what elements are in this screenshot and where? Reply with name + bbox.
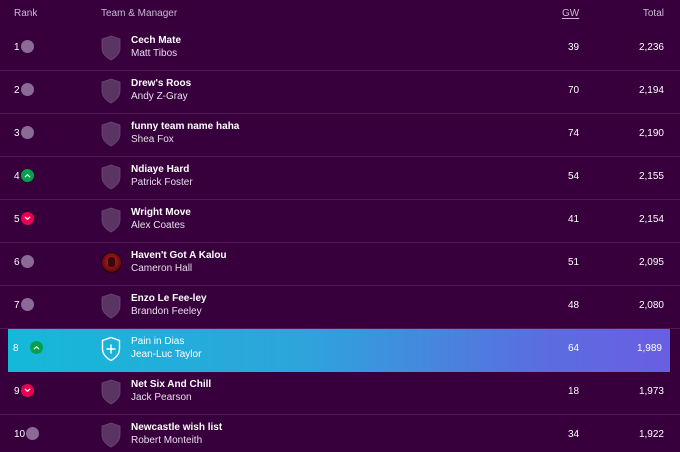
rank-up-icon (21, 169, 34, 182)
table-row[interactable]: 7 Enzo Le Fee-ley Brandon Feeley 48 2,080 (0, 286, 680, 329)
manager-name: Jean-Luc Taylor (131, 349, 202, 360)
manager-name: Patrick Foster (131, 177, 193, 188)
table-row[interactable]: 4 Ndiaye Hard Patrick Foster 54 2,155 (0, 157, 680, 200)
rank-up-icon (30, 341, 43, 354)
rank-number: 1 (14, 42, 20, 53)
gameweek-points: 34 (568, 429, 580, 440)
rank-down-icon (21, 384, 34, 397)
rank-number: 10 (14, 429, 26, 440)
team-name-link[interactable]: Enzo Le Fee-ley (131, 293, 207, 304)
rank-unchanged-icon (21, 40, 34, 53)
team-name-link[interactable]: Cech Mate (131, 35, 181, 46)
manager-name: Robert Monteith (131, 435, 203, 446)
team-name-link[interactable]: Drew's Roos (131, 78, 191, 89)
team-name-link[interactable]: Net Six And Chill (131, 379, 211, 390)
manager-name: Brandon Feeley (131, 306, 202, 317)
total-points: 2,194 (638, 85, 664, 96)
table-row[interactable]: 5 Wright Move Alex Coates 41 2,154 (0, 200, 680, 243)
total-points: 1,922 (638, 429, 664, 440)
team-manager-column-header: Team & Manager (101, 8, 178, 19)
manager-name: Jack Pearson (131, 392, 192, 403)
rank-unchanged-icon (21, 126, 34, 139)
shield-icon (101, 207, 121, 233)
gameweek-points: 74 (568, 128, 580, 139)
rank-column-header: Rank (14, 8, 38, 19)
total-points: 2,155 (638, 171, 664, 182)
gameweek-points: 64 (568, 343, 580, 354)
shield-icon (101, 422, 121, 448)
manager-name: Matt Tibos (131, 48, 178, 59)
team-name-link[interactable]: Newcastle wish list (131, 422, 222, 433)
gameweek-points: 41 (568, 214, 580, 225)
rank-number: 7 (14, 300, 20, 311)
gameweek-points: 51 (568, 257, 580, 268)
rank-number: 2 (14, 85, 20, 96)
add-crest-icon[interactable] (101, 336, 121, 362)
rank-number: 8 (13, 343, 19, 354)
manager-name: Alex Coates (131, 220, 185, 231)
table-row-my-team[interactable]: 8 Pain in Dias Jean-Luc Taylor 64 1,989 (8, 329, 670, 372)
rank-unchanged-icon (21, 255, 34, 268)
rank-unchanged-icon (26, 427, 39, 440)
team-avatar (101, 252, 122, 273)
total-points: 1,973 (638, 386, 664, 397)
manager-name: Shea Fox (131, 134, 174, 145)
table-row[interactable]: 1 Cech Mate Matt Tibos 39 2,236 (0, 28, 680, 71)
shield-icon (101, 293, 121, 319)
rank-number: 4 (14, 171, 20, 182)
total-points: 2,236 (638, 42, 664, 53)
gameweek-points: 18 (568, 386, 580, 397)
table-row[interactable]: 10 Newcastle wish list Robert Monteith 34 1,… (0, 415, 680, 452)
shield-icon (101, 35, 121, 61)
rank-number: 5 (14, 214, 20, 225)
standings-table: 1 Cech Mate Matt Tibos 39 2,236 2 Drew's Roos A… (0, 28, 680, 452)
gameweek-points: 48 (568, 300, 580, 311)
total-points: 2,095 (638, 257, 664, 268)
shield-icon (101, 164, 121, 190)
gameweek-points: 70 (568, 85, 580, 96)
shield-icon (101, 379, 121, 405)
gameweek-points: 54 (568, 171, 580, 182)
rank-number: 9 (14, 386, 20, 397)
team-name-link[interactable]: Haven't Got A Kalou (131, 250, 227, 261)
rank-unchanged-icon (21, 298, 34, 311)
total-points: 2,190 (638, 128, 664, 139)
total-column-header: Total (642, 8, 664, 19)
team-name-link[interactable]: Wright Move (131, 207, 191, 218)
shield-icon (101, 78, 121, 104)
table-row[interactable]: 9 Net Six And Chill Jack Pearson 18 1,973 (0, 372, 680, 415)
manager-name: Andy Z-Gray (131, 91, 188, 102)
standings-header: Rank Team & Manager GW Total (0, 0, 680, 28)
table-row[interactable]: 2 Drew's Roos Andy Z-Gray 70 2,194 (0, 71, 680, 114)
manager-name: Cameron Hall (131, 263, 193, 274)
rank-down-icon (21, 212, 34, 225)
rank-number: 3 (14, 128, 20, 139)
shield-icon (101, 121, 121, 147)
gw-column-header[interactable]: GW (562, 8, 579, 19)
rank-unchanged-icon (21, 83, 34, 96)
team-name-link[interactable]: Pain in Dias (131, 336, 184, 347)
rank-number: 6 (14, 257, 20, 268)
table-row[interactable]: 6 Haven't Got A Kalou Cameron Hall 51 2,095 (0, 243, 680, 286)
total-points: 1,989 (636, 343, 662, 354)
total-points: 2,154 (638, 214, 664, 225)
table-row[interactable]: 3 funny team name haha Shea Fox 74 2,190 (0, 114, 680, 157)
total-points: 2,080 (638, 300, 664, 311)
team-name-link[interactable]: Ndiaye Hard (131, 164, 189, 175)
gameweek-points: 39 (568, 42, 580, 53)
team-name-link[interactable]: funny team name haha (131, 121, 239, 132)
